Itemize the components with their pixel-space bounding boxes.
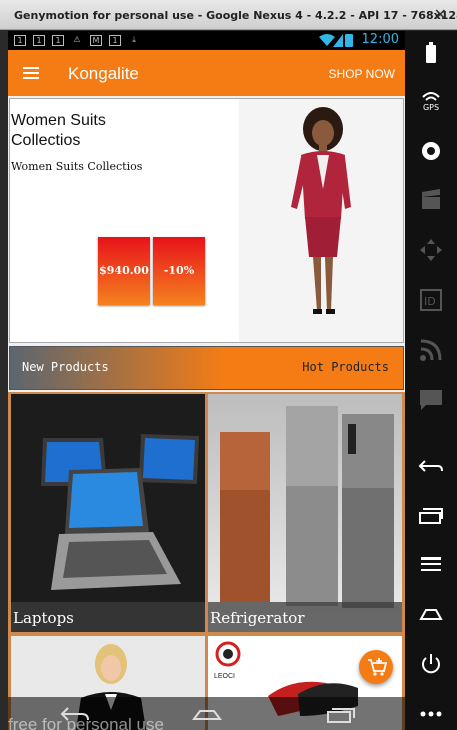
category-refrigerator[interactable]: Refrigerator	[208, 394, 402, 632]
tab-new-products[interactable]: New Products	[22, 360, 109, 374]
status-bar: 1 1 1 ⚠ M 1 ⤓ 12:00	[8, 31, 405, 50]
recent-apps-icon[interactable]	[326, 706, 356, 724]
add-to-cart-icon	[368, 658, 388, 676]
category-label: Refrigerator	[208, 602, 402, 632]
product-tabs: New Products Hot Products	[9, 346, 404, 390]
dpad-icon[interactable]	[418, 237, 444, 263]
back-icon[interactable]	[418, 455, 444, 481]
warning-icon: ⚠	[73, 35, 81, 44]
notification-1-icon: 1	[52, 35, 64, 46]
banner-subtitle: Women Suits Collectios	[11, 160, 143, 173]
home-icon[interactable]	[418, 601, 444, 627]
window-title: Genymotion for personal use - Google Nex…	[14, 9, 457, 22]
device-screen: 1 1 1 ⚠ M 1 ⤓ 12:00 Kongalite SHOP NOW W…	[8, 31, 405, 730]
price-badge: $940.00	[98, 237, 150, 305]
app-title: Kongalite	[68, 64, 139, 83]
category-laptops[interactable]: Laptops	[11, 394, 205, 632]
window-title-bar: Genymotion for personal use - Google Nex…	[0, 0, 457, 30]
shop-now-button[interactable]: SHOP NOW	[329, 67, 395, 81]
laptops-image	[11, 394, 205, 632]
gmail-icon: M	[90, 35, 102, 46]
sms-icon[interactable]	[418, 387, 444, 413]
category-grid: Laptops Refrigerator LEOCI	[8, 392, 405, 730]
camera-icon[interactable]	[418, 139, 444, 165]
genymotion-side-panel: GPS ID	[405, 31, 457, 730]
discount-badge: -10%	[153, 237, 205, 305]
genymotion-window: Genymotion for personal use - Google Nex…	[0, 0, 457, 730]
banner-title: Women Suits Collectios	[11, 112, 106, 149]
svg-text:LEOCI: LEOCI	[214, 673, 235, 680]
category-label: Laptops	[11, 602, 205, 632]
clock: 12:00	[361, 32, 399, 47]
rss-icon[interactable]	[418, 337, 444, 363]
tab-hot-products[interactable]: Hot Products	[302, 360, 389, 374]
notification-1-icon: 1	[33, 35, 45, 46]
hamburger-menu-icon[interactable]	[23, 67, 39, 79]
app-bar: Kongalite SHOP NOW	[8, 50, 405, 96]
svg-text:ID: ID	[424, 295, 436, 308]
promo-banner[interactable]: Women Suits Collectios Women Suits Colle…	[9, 98, 404, 343]
id-icon[interactable]: ID	[418, 287, 444, 313]
download-icon: ⤓	[132, 35, 136, 44]
recent-apps-icon[interactable]	[418, 503, 444, 529]
more-icon[interactable]	[418, 701, 444, 727]
clapper-icon[interactable]	[418, 187, 444, 213]
notification-1-icon: 1	[109, 35, 121, 46]
refrigerator-image	[220, 406, 394, 608]
watermark-text: free for personal use	[8, 715, 164, 730]
signal-icon	[333, 34, 343, 47]
notification-1-icon: 1	[14, 35, 26, 46]
model-photo	[239, 99, 403, 342]
add-to-cart-button[interactable]	[359, 650, 393, 684]
power-icon[interactable]	[418, 651, 444, 677]
battery-icon[interactable]	[418, 41, 444, 67]
battery-icon	[345, 34, 353, 47]
gps-label: GPS	[422, 103, 440, 112]
close-icon[interactable]: ✕	[434, 5, 447, 24]
menu-icon[interactable]	[418, 553, 444, 579]
home-icon[interactable]	[192, 709, 222, 721]
